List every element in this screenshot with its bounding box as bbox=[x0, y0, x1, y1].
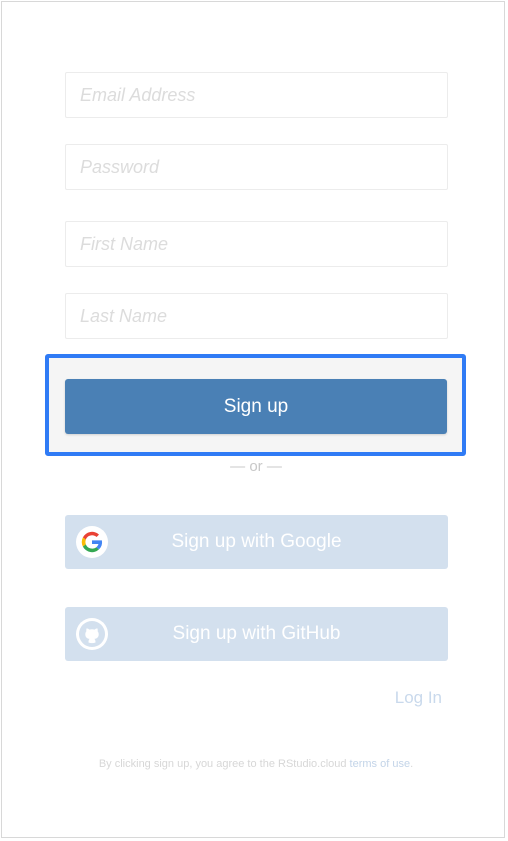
signup-panel: Sign up — or — Sign up with Google Sign … bbox=[1, 1, 505, 838]
signup-google-label: Sign up with Google bbox=[171, 531, 342, 552]
terms-notice: By clicking sign up, you agree to the RS… bbox=[2, 758, 508, 770]
signup-github-label: Sign up with GitHub bbox=[172, 623, 341, 644]
signup-google-button[interactable]: Sign up with Google bbox=[65, 515, 448, 569]
signup-github-button[interactable]: Sign up with GitHub bbox=[65, 607, 448, 661]
signup-button[interactable]: Sign up bbox=[65, 379, 447, 434]
last-name-field[interactable] bbox=[65, 293, 448, 339]
terms-suffix: . bbox=[410, 758, 414, 770]
first-name-field[interactable] bbox=[65, 221, 448, 267]
terms-text: By clicking sign up, you agree to the RS… bbox=[98, 758, 350, 770]
or-divider: — or — bbox=[230, 458, 282, 475]
terms-of-use-link[interactable]: terms of use bbox=[350, 758, 411, 770]
login-link[interactable]: Log In bbox=[395, 688, 442, 708]
email-field[interactable] bbox=[65, 72, 448, 118]
password-field[interactable] bbox=[65, 144, 448, 190]
